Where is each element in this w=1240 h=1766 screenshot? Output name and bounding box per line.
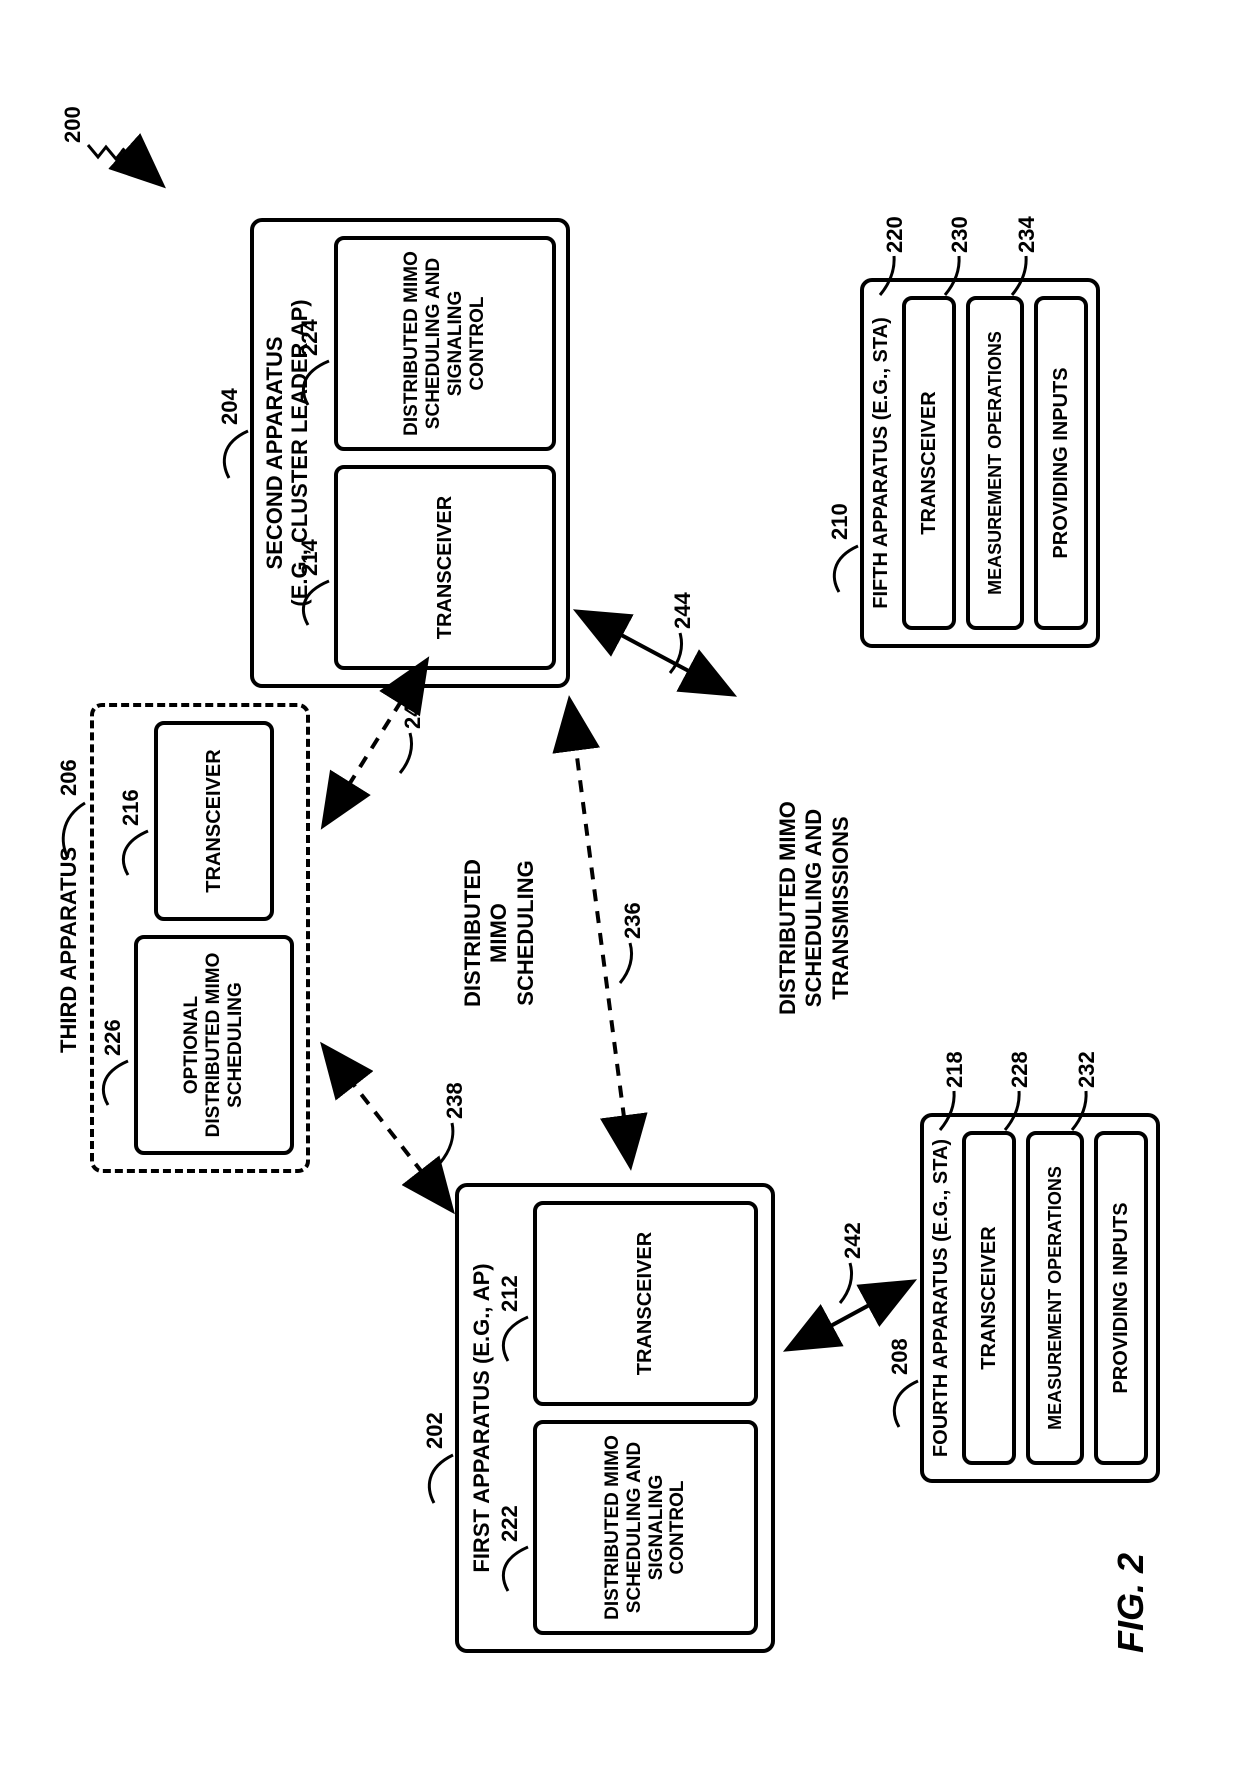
ref-220: 220: [882, 216, 908, 253]
fourth-transceiver-label: TRANSCEIVER: [978, 1226, 1001, 1369]
fifth-title: FIFTH APPARATUS (E.G., STA): [870, 282, 893, 644]
ref-226: 226: [100, 1019, 126, 1056]
second-apparatus-box: SECOND APPARATUS (E.G., CLUSTER LEADER A…: [250, 218, 570, 688]
lower-label: DISTRIBUTED MIMO SCHEDULING AND TRANSMIS…: [775, 778, 854, 1038]
center-label-l1: DISTRIBUTED: [460, 859, 485, 1007]
first-dmimo-box: DISTRIBUTED MIMO SCHEDULING AND SIGNALIN…: [533, 1420, 758, 1635]
figure-label: FIG. 2: [1110, 1553, 1152, 1653]
ref-238: 238: [442, 1082, 468, 1119]
fourth-inputs-label: PROVIDING INPUTS: [1110, 1202, 1133, 1393]
ref-242: 242: [840, 1222, 866, 1259]
first-dmimo-label: DISTRIBUTED MIMO SCHEDULING AND SIGNALIN…: [602, 1430, 689, 1625]
third-optional-box: OPTIONAL DISTRIBUTED MIMO SCHEDULING: [134, 935, 294, 1155]
second-transceiver-box: TRANSCEIVER: [334, 465, 556, 670]
fourth-inputs-box: PROVIDING INPUTS: [1094, 1131, 1148, 1465]
diagram-canvas: 200 OPTIONAL DISTRIBUTED MIMO SCHEDULING…: [50, 43, 1190, 1703]
ref-234: 234: [1014, 216, 1040, 253]
ref-210: 210: [827, 503, 853, 540]
ref-206: 206: [56, 759, 82, 796]
fifth-inputs-box: PROVIDING INPUTS: [1034, 296, 1088, 630]
second-title-l1: SECOND APPARATUS: [262, 336, 287, 569]
first-apparatus-box: FIRST APPARATUS (E.G., AP) DISTRIBUTED M…: [455, 1183, 775, 1653]
center-label: DISTRIBUTED MIMO SCHEDULING: [460, 843, 539, 1023]
ref-232: 232: [1074, 1051, 1100, 1088]
ref-200: 200: [60, 106, 86, 143]
center-label-l3: SCHEDULING: [513, 860, 538, 1005]
lower-label-l2: SCHEDULING AND: [801, 809, 826, 1007]
fifth-apparatus-box: FIFTH APPARATUS (E.G., STA) TRANSCEIVER …: [860, 278, 1100, 648]
page: 200 OPTIONAL DISTRIBUTED MIMO SCHEDULING…: [0, 0, 1240, 1766]
fifth-transceiver-box: TRANSCEIVER: [902, 296, 956, 630]
ref-204: 204: [217, 388, 243, 425]
lower-label-l1: DISTRIBUTED MIMO: [775, 801, 800, 1015]
ref-244: 244: [670, 592, 696, 629]
ref-236: 236: [620, 902, 646, 939]
third-transceiver-label: TRANSCEIVER: [203, 749, 226, 892]
ref-228: 228: [1007, 1051, 1033, 1088]
fourth-meas-box: MEASUREMENT OPERATIONS: [1026, 1131, 1084, 1465]
ref-212: 212: [497, 1275, 523, 1312]
ref-218: 218: [942, 1051, 968, 1088]
ref-224: 224: [297, 319, 323, 356]
second-transceiver-label: TRANSCEIVER: [434, 496, 457, 639]
ref-202: 202: [422, 1412, 448, 1449]
ref-240: 240: [400, 692, 426, 729]
fourth-meas-label: MEASUREMENT OPERATIONS: [1045, 1166, 1066, 1430]
third-apparatus-box: OPTIONAL DISTRIBUTED MIMO SCHEDULING TRA…: [90, 703, 310, 1173]
ref-222: 222: [497, 1505, 523, 1542]
second-dmimo-label: DISTRIBUTED MIMO SCHEDULING AND SIGNALIN…: [401, 246, 488, 441]
fifth-meas-label: MEASUREMENT OPERATIONS: [985, 331, 1006, 595]
ref-208: 208: [887, 1338, 913, 1375]
ref-214: 214: [297, 539, 323, 576]
first-transceiver-label: TRANSCEIVER: [634, 1232, 657, 1375]
third-transceiver-box: TRANSCEIVER: [154, 721, 274, 921]
fourth-apparatus-box: FOURTH APPARATUS (E.G., STA) TRANSCEIVER…: [920, 1113, 1160, 1483]
fifth-inputs-label: PROVIDING INPUTS: [1050, 367, 1073, 558]
ref-216: 216: [118, 789, 144, 826]
first-transceiver-box: TRANSCEIVER: [533, 1201, 758, 1406]
third-title: THIRD APPARATUS: [56, 847, 82, 1053]
fourth-transceiver-box: TRANSCEIVER: [962, 1131, 1016, 1465]
fourth-title: FOURTH APPARATUS (E.G., STA): [930, 1117, 953, 1479]
fifth-meas-box: MEASUREMENT OPERATIONS: [966, 296, 1024, 630]
lower-label-l3: TRANSMISSIONS: [828, 816, 853, 999]
fifth-transceiver-label: TRANSCEIVER: [918, 391, 941, 534]
ref-230: 230: [947, 216, 973, 253]
first-title: FIRST APPARATUS (E.G., AP): [469, 1187, 495, 1649]
third-optional-label: OPTIONAL DISTRIBUTED MIMO SCHEDULING: [181, 945, 247, 1145]
second-dmimo-box: DISTRIBUTED MIMO SCHEDULING AND SIGNALIN…: [334, 236, 556, 451]
center-label-l2: MIMO: [486, 903, 511, 963]
